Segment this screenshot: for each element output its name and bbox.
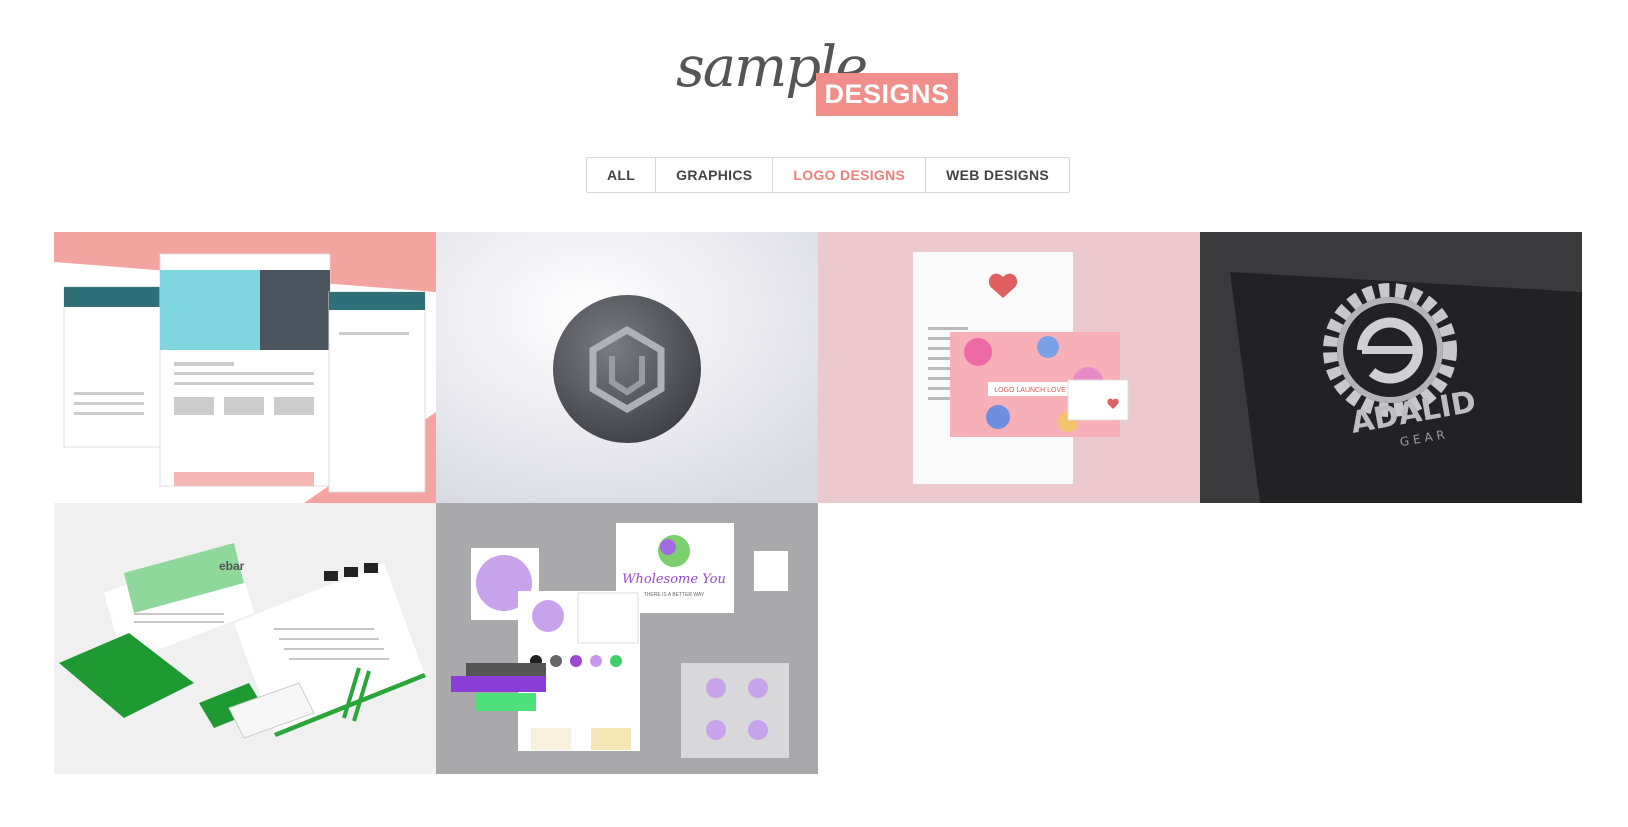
brand-board-tagline-text: THERE IS A BETTER WAY <box>644 592 705 598</box>
portfolio-item-website[interactable] <box>54 232 436 503</box>
gear-logo-thumbnail-icon: ADALID GEAR <box>1200 232 1582 503</box>
stationery-brand-text: LOGO LAUNCH LOVE <box>994 387 1066 394</box>
portfolio-item-green-stationery[interactable]: ebar <box>54 503 436 774</box>
portfolio-item-stationery[interactable]: LOGO LAUNCH LOVE <box>818 232 1200 503</box>
portfolio-item-hexagon-logo[interactable] <box>436 232 818 503</box>
stationery-thumbnail-icon: LOGO LAUNCH LOVE <box>818 232 1200 503</box>
filter-tab-graphics[interactable]: GRAPHICS <box>656 158 774 192</box>
portfolio-item-brand-board[interactable]: Wholesome You THERE IS A BETTER WAY <box>436 503 818 774</box>
filter-tab-all[interactable]: ALL <box>587 158 657 192</box>
website-thumbnail-icon <box>54 232 436 503</box>
filter-tab-logo-designs[interactable]: LOGO DESIGNS <box>773 158 927 192</box>
brand-board-thumbnail-icon: Wholesome You THERE IS A BETTER WAY <box>436 503 818 774</box>
portfolio-filter-bar: ALL GRAPHICS LOGO DESIGNS WEB DESIGNS <box>586 157 1071 193</box>
brand-board-name-text: Wholesome You <box>622 572 726 587</box>
green-stationery-thumbnail-icon: ebar <box>54 503 436 774</box>
portfolio-grid: LOGO LAUNCH LOVE ADALID GEAR ebar Wholes… <box>54 232 1582 774</box>
logo-badge: DESIGNS <box>816 73 958 116</box>
hexagon-emblem-thumbnail-icon <box>436 232 818 503</box>
portfolio-item-gear-logo[interactable]: ADALID GEAR <box>1200 232 1582 503</box>
page-header: sample DESIGNS <box>0 0 1628 140</box>
ebar-brand-text: ebar <box>219 559 245 573</box>
filter-tab-web-designs[interactable]: WEB DESIGNS <box>926 158 1069 192</box>
